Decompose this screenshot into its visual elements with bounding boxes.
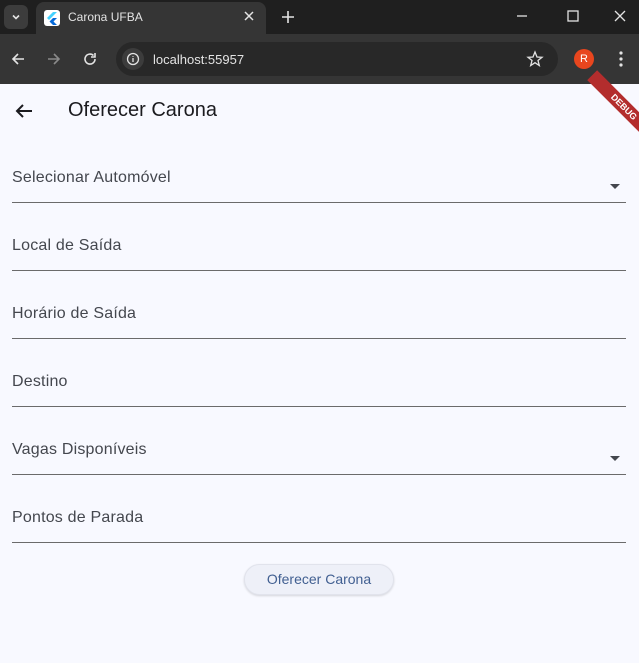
departure-time-input[interactable]: Horário de Saída <box>12 271 626 339</box>
destination-input[interactable]: Destino <box>12 339 626 407</box>
field-label: Local de Saída <box>12 237 122 254</box>
browser-toolbar: localhost:55957 R <box>0 34 639 84</box>
profile-avatar[interactable]: R <box>574 49 594 69</box>
forward-arrow-icon[interactable] <box>44 49 64 69</box>
app-bar: Oferecer Carona <box>0 84 639 138</box>
bookmark-star-icon[interactable] <box>526 50 544 68</box>
vehicle-select[interactable]: Selecionar Automóvel <box>12 135 626 203</box>
stop-points-input[interactable]: Pontos de Parada <box>12 475 626 543</box>
new-tab-icon[interactable] <box>278 7 298 27</box>
field-label: Pontos de Parada <box>12 509 144 526</box>
more-options-icon[interactable] <box>612 49 630 69</box>
minimize-icon[interactable] <box>512 6 532 26</box>
tab-search-button[interactable] <box>4 5 28 29</box>
address-bar[interactable]: localhost:55957 <box>116 42 558 76</box>
close-window-icon[interactable] <box>610 6 630 26</box>
url-text[interactable]: localhost:55957 <box>153 52 244 67</box>
site-info-icon[interactable] <box>122 48 144 70</box>
tab-title: Carona UFBA <box>68 10 143 24</box>
chevron-down-icon <box>12 14 20 20</box>
field-label: Vagas Disponíveis <box>12 441 147 458</box>
browser-tab-bar: Carona UFBA <box>0 0 639 34</box>
dropdown-arrow-icon <box>610 456 620 461</box>
departure-location-input[interactable]: Local de Saída <box>12 203 626 271</box>
back-arrow-icon[interactable] <box>8 49 28 69</box>
page-title: Oferecer Carona <box>68 99 217 121</box>
browser-tab[interactable]: Carona UFBA <box>36 2 266 34</box>
field-label: Destino <box>12 373 68 390</box>
close-tab-icon[interactable] <box>242 9 256 23</box>
field-label: Horário de Saída <box>12 305 137 322</box>
available-seats-select[interactable]: Vagas Disponíveis <box>12 407 626 475</box>
dropdown-arrow-icon <box>610 184 620 189</box>
maximize-icon[interactable] <box>563 6 583 26</box>
reload-icon[interactable] <box>80 49 100 69</box>
field-label: Selecionar Automóvel <box>12 169 171 186</box>
offer-ride-button[interactable]: Oferecer Carona <box>244 564 394 595</box>
flutter-icon <box>44 10 60 26</box>
back-arrow-icon[interactable] <box>12 99 36 123</box>
